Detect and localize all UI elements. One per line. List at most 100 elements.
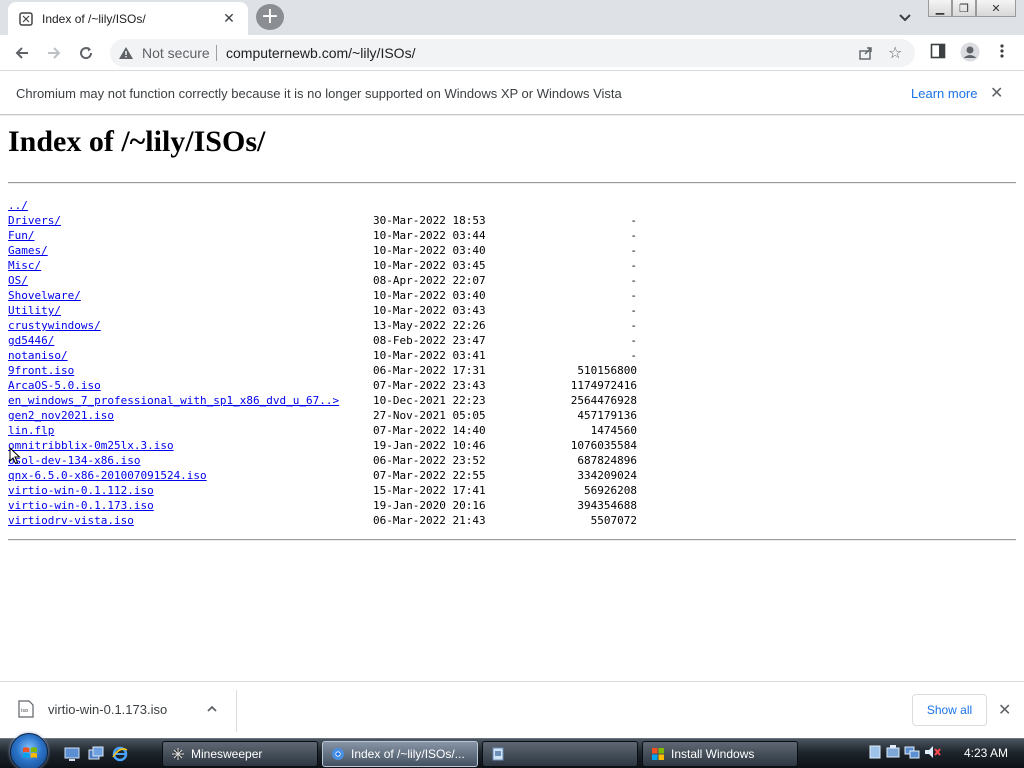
profile-avatar-icon[interactable] (960, 42, 980, 62)
file-link[interactable]: Games/ (8, 243, 373, 258)
side-panel-icon[interactable] (930, 43, 946, 59)
file-link[interactable]: ArcaOS-5.0.iso (8, 378, 373, 393)
chevron-up-icon[interactable] (205, 702, 219, 716)
show-desktop-icon[interactable] (64, 746, 80, 762)
switch-windows-icon[interactable] (88, 746, 104, 762)
minimize-icon: ▁ (935, 1, 945, 15)
install-windows-icon (652, 748, 664, 760)
volume-muted-icon[interactable] (924, 744, 942, 760)
file-link[interactable]: qnx-6.5.0-x86-201007091524.iso (8, 468, 373, 483)
restore-button[interactable]: ❐ (952, 0, 976, 17)
window-controls: ▁ ❐ ✕ (928, 0, 1016, 17)
mouse-cursor-icon (9, 447, 21, 465)
file-link[interactable]: gen2_nov2021.iso (8, 408, 373, 423)
file-date: 10-Mar-2022 03:40 (373, 244, 486, 257)
tab-search-icon[interactable] (896, 8, 914, 26)
file-size: - (630, 349, 637, 362)
file-link[interactable]: en_windows_7_professional_with_sp1_x86_d… (8, 393, 373, 408)
file-date: 08-Apr-2022 22:07 (373, 274, 486, 287)
bookmark-star-icon[interactable]: ☆ (888, 43, 902, 62)
file-size: 5507072 (590, 514, 637, 527)
tray-app-icon[interactable] (868, 744, 882, 760)
file-link[interactable]: OS/ (8, 273, 373, 288)
table-row: en_windows_7_professional_with_sp1_x86_d… (8, 393, 637, 408)
table-row: Fun/10-Mar-2022 03:44 - (8, 228, 637, 243)
not-secure-label[interactable]: Not secure (142, 45, 210, 61)
file-date: 10-Mar-2022 03:41 (373, 349, 486, 362)
file-size: 687824896 (577, 454, 637, 467)
taskbar-button-chromium[interactable]: Index of /~lily/ISOs/... (322, 741, 478, 767)
file-date: 10-Mar-2022 03:40 (373, 289, 486, 302)
file-link[interactable]: Utility/ (8, 303, 373, 318)
svg-text:iso: iso (21, 708, 28, 714)
download-shelf-close-icon[interactable]: ✕ (998, 700, 1011, 719)
file-link[interactable]: virtiodrv-vista.iso (8, 513, 373, 528)
file-link[interactable]: virtio-win-0.1.112.iso (8, 483, 373, 498)
table-row: gd5446/08-Feb-2022 23:47 - (8, 333, 637, 348)
tab-active[interactable]: Index of /~lily/ISOs/ ✕ (8, 2, 248, 35)
file-date: 10-Mar-2022 03:43 (373, 304, 486, 317)
table-row: omnitribblix-0m25lx.3.iso 19-Jan-2022 10:… (8, 438, 637, 453)
file-size: - (630, 244, 637, 257)
tab-close-icon[interactable]: ✕ (220, 11, 238, 27)
file-date: 06-Mar-2022 17:31 (373, 364, 486, 377)
tray-device-icon[interactable] (886, 744, 900, 760)
warning-triangle-icon[interactable] (118, 45, 134, 61)
file-size: 510156800 (577, 364, 637, 377)
file-size: 56926208 (584, 484, 637, 497)
back-button[interactable] (9, 41, 35, 65)
file-link[interactable]: Fun/ (8, 228, 373, 243)
file-link[interactable]: 9front.iso (8, 363, 373, 378)
forward-button[interactable] (41, 41, 67, 65)
show-all-button[interactable]: Show all (912, 694, 987, 726)
share-icon[interactable] (858, 45, 874, 61)
file-date: 07-Mar-2022 23:43 (373, 379, 486, 392)
taskbar-clock[interactable]: 4:23 AM (964, 746, 1008, 760)
file-link[interactable]: lin.flp (8, 423, 373, 438)
table-row: Drivers/30-Mar-2022 18:53 - (8, 213, 637, 228)
taskbar-button-install-windows[interactable]: Install Windows (642, 741, 798, 767)
infobar-close-icon[interactable]: ✕ (990, 83, 1003, 102)
file-link[interactable]: osol-dev-134-x86.iso (8, 453, 373, 468)
taskbar: Minesweeper Index of /~lily/ISOs/... Ins… (0, 733, 1024, 768)
taskbar-button-minesweeper[interactable]: Minesweeper (162, 741, 318, 767)
taskbar-button-setup[interactable] (482, 741, 638, 767)
table-row: osol-dev-134-x86.iso 06-Mar-2022 23:52 687… (8, 453, 637, 468)
file-link[interactable]: Shovelware/ (8, 288, 373, 303)
address-bar[interactable]: Not secure computernewb.com/~lily/ISOs/ … (110, 39, 915, 67)
chromium-icon (332, 748, 344, 760)
network-icon[interactable] (904, 744, 920, 760)
file-size: 1076035584 (570, 439, 637, 452)
file-link[interactable]: virtio-win-0.1.173.iso (8, 498, 373, 513)
minimize-button[interactable]: ▁ (928, 0, 952, 17)
table-row: Misc/10-Mar-2022 03:45 - (8, 258, 637, 273)
file-link[interactable]: Drivers/ (8, 213, 373, 228)
parent-directory-link[interactable]: ../ (8, 198, 373, 213)
download-item[interactable]: iso virtio-win-0.1.173.iso (18, 700, 167, 718)
start-button[interactable] (10, 733, 48, 768)
file-link[interactable]: Misc/ (8, 258, 373, 273)
file-size: 334209024 (577, 469, 637, 482)
infobar-message: Chromium may not function correctly beca… (16, 86, 622, 101)
file-date: 30-Mar-2022 18:53 (373, 214, 486, 227)
url-text[interactable]: computernewb.com/~lily/ISOs/ (226, 45, 415, 61)
close-window-button[interactable]: ✕ (976, 0, 1016, 17)
table-row: Games/10-Mar-2022 03:40 - (8, 243, 637, 258)
address-divider (216, 45, 217, 61)
file-date: 07-Mar-2022 22:55 (373, 469, 486, 482)
tab-title: Index of /~lily/ISOs/ (42, 11, 146, 26)
parent-row: ../ (8, 198, 637, 213)
file-date: 19-Jan-2022 10:46 (373, 439, 486, 452)
menu-kebab-icon[interactable] (994, 43, 1010, 59)
file-link[interactable]: omnitribblix-0m25lx.3.iso (8, 438, 373, 453)
file-link[interactable]: gd5446/ (8, 333, 373, 348)
reload-button[interactable] (73, 41, 99, 65)
learn-more-link[interactable]: Learn more (911, 86, 977, 101)
table-row: ArcaOS-5.0.iso 07-Mar-2022 23:43 117497241… (8, 378, 637, 393)
new-tab-button[interactable]: + (256, 4, 284, 30)
file-link[interactable]: notaniso/ (8, 348, 373, 363)
internet-explorer-icon[interactable] (112, 746, 128, 762)
file-size: - (630, 304, 637, 317)
file-link[interactable]: crustywindows/ (8, 318, 373, 333)
file-date: 10-Mar-2022 03:45 (373, 259, 486, 272)
